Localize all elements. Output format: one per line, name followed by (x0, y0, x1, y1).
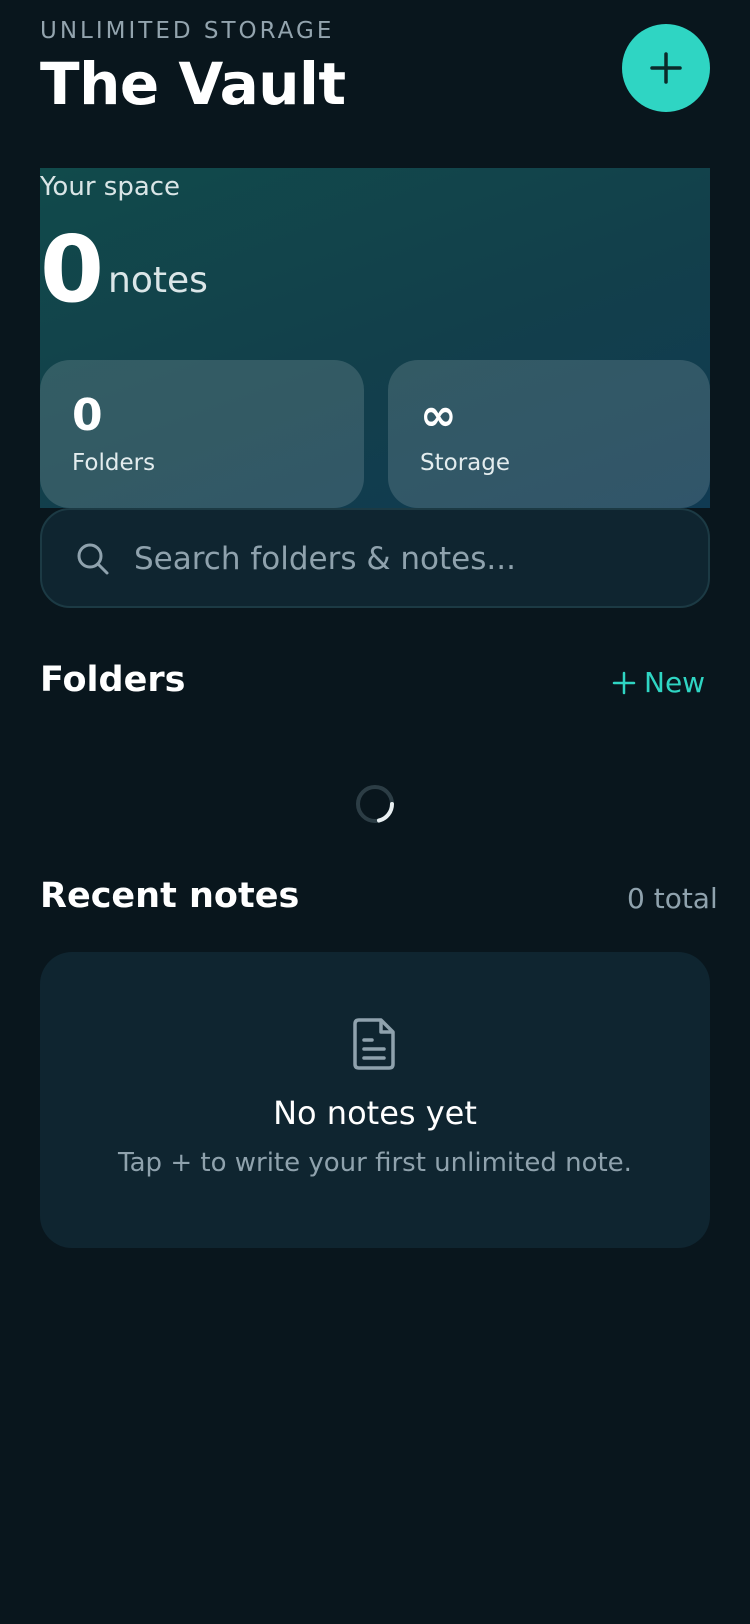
folders-stat-label: Folders (72, 450, 156, 476)
empty-state-subtitle: Tap + to write your first unlimited note… (118, 1148, 632, 1178)
header-eyebrow: UNLIMITED STORAGE (40, 18, 335, 44)
folders-section-title: Folders (40, 660, 186, 700)
storage-value: ∞ (420, 390, 457, 441)
search-icon (77, 543, 109, 575)
folders-stat-card: 0 Folders (40, 360, 364, 508)
storage-stat-label: Storage (420, 450, 510, 476)
loading-spinner (356, 785, 394, 823)
notes-total: 0 total (627, 882, 718, 915)
empty-state-title: No notes yet (273, 1094, 477, 1132)
search-bar[interactable] (40, 508, 710, 608)
empty-notes-card: No notes yet Tap + to write your first u… (40, 952, 710, 1248)
vault-screen: UNLIMITED STORAGE The Vault Your space 0… (0, 0, 750, 1624)
notes-count: 0 (40, 216, 105, 323)
plus-icon (612, 671, 636, 694)
folders-count: 0 (72, 390, 103, 441)
new-folder-button[interactable]: New (612, 666, 705, 699)
new-folder-label: New (644, 666, 706, 699)
space-label: Your space (40, 172, 181, 202)
recent-notes-title: Recent notes (40, 876, 300, 916)
storage-stat-card: ∞ Storage (388, 360, 710, 508)
space-summary-card: Your space 0 notes 0 Folders ∞ Storage (40, 168, 710, 508)
document-icon (353, 1018, 395, 1070)
plus-icon (650, 52, 682, 84)
search-input[interactable] (134, 534, 684, 584)
add-note-button[interactable] (622, 24, 710, 112)
notes-unit: notes (108, 260, 208, 301)
page-title: The Vault (40, 50, 346, 118)
